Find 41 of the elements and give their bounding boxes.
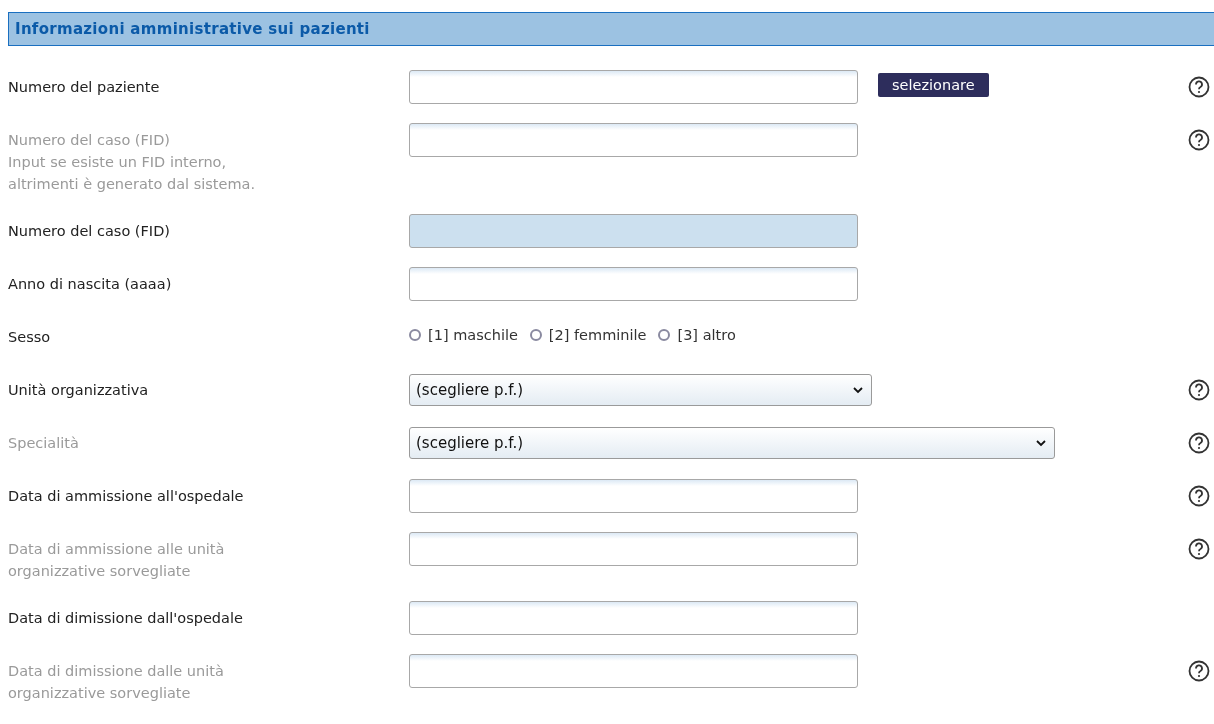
field-label: Numero del caso (FID) xyxy=(8,222,171,241)
radio-option[interactable]: [2] femminile xyxy=(529,327,647,343)
field-label: Numero del caso (FID) Input se esiste un FID interno, altrimenti è generato dal sistema. xyxy=(8,131,257,194)
input-field[interactable] xyxy=(409,70,858,104)
chevron-down-icon xyxy=(1036,439,1046,447)
input-field[interactable] xyxy=(409,532,858,566)
input-field[interactable] xyxy=(409,214,858,248)
field-label: Data di dimissione dall'ospedale xyxy=(8,609,244,628)
help-icon[interactable] xyxy=(1188,538,1210,560)
radio-button[interactable] xyxy=(409,329,421,341)
field-label: Data di dimissione dalle unità organizzative sorvegliate xyxy=(8,662,225,703)
select-button[interactable]: selezionare xyxy=(878,73,989,97)
input-field[interactable] xyxy=(409,654,858,688)
input-field[interactable] xyxy=(409,601,858,635)
radio-option[interactable]: [3] altro xyxy=(658,327,736,343)
help-icon[interactable] xyxy=(1188,76,1210,98)
chevron-down-icon xyxy=(853,386,863,394)
help-icon[interactable] xyxy=(1188,432,1210,454)
help-icon[interactable] xyxy=(1188,660,1210,682)
radio-label: [2] femminile xyxy=(548,327,647,343)
field-label: Data di ammissione alle unità organizzative sorvegliate xyxy=(8,540,226,581)
field-label: Data di ammissione all'ospedale xyxy=(8,487,245,506)
radio-button[interactable] xyxy=(529,329,542,341)
help-icon[interactable] xyxy=(1188,379,1210,401)
section-header: Informazioni amministrative sui pazienti xyxy=(8,12,1214,46)
input-field[interactable] xyxy=(409,123,858,157)
radio-label: [3] altro xyxy=(677,327,736,343)
input-field[interactable] xyxy=(409,267,858,301)
field-label: Specialità xyxy=(8,434,80,453)
help-icon[interactable] xyxy=(1188,129,1210,151)
field-label: Sesso xyxy=(8,328,52,347)
field-label: Numero del paziente xyxy=(8,78,161,97)
field-label: Unità organizzativa xyxy=(8,381,150,400)
input-field[interactable] xyxy=(409,479,858,513)
dropdown[interactable]: (scegliere p.f.) xyxy=(409,374,872,406)
help-icon[interactable] xyxy=(1188,485,1210,507)
radio-label: [1] maschile xyxy=(428,327,518,343)
field-label: Anno di nascita (aaaa) xyxy=(8,275,173,294)
radio-option[interactable]: [1] maschile xyxy=(409,327,518,343)
dropdown[interactable]: (scegliere p.f.) xyxy=(409,427,1055,459)
radio-button[interactable] xyxy=(658,329,671,341)
